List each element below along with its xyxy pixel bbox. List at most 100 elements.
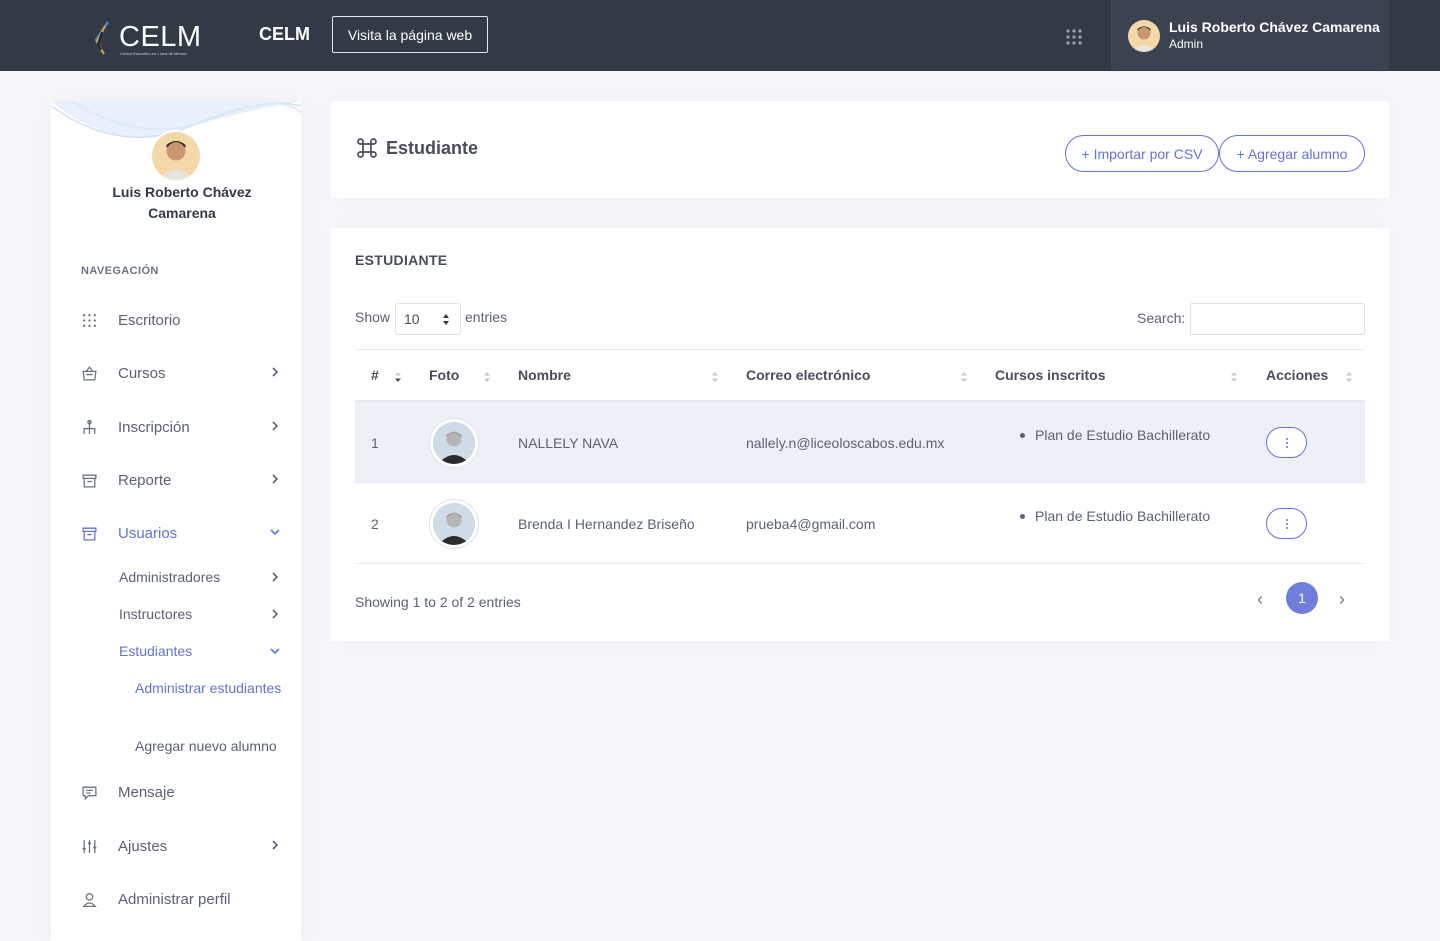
user-placeholder-icon: [433, 422, 475, 464]
column-header-correo[interactable]: Correo electrónico: [746, 367, 870, 383]
sort-icon[interactable]: [711, 371, 719, 383]
add-student-button[interactable]: + Agregar alumno: [1219, 135, 1365, 172]
entries-select[interactable]: 10: [395, 303, 461, 335]
page-header: Estudiante + Importar por CSV + Agregar …: [331, 101, 1389, 198]
basket-icon: [82, 365, 97, 381]
page-1-button[interactable]: 1: [1286, 582, 1318, 614]
chevron-right-icon: [272, 840, 279, 850]
sidebar-item-label: Usuarios: [118, 524, 178, 542]
sidebar-item-cursos[interactable]: Cursos: [81, 360, 281, 386]
show-label: Show: [355, 309, 391, 325]
sliders-icon: [82, 839, 97, 853]
next-page-button[interactable]: [1332, 590, 1352, 610]
student-name: Brenda I Hernandez Briseño: [518, 516, 695, 532]
sidebar-item-label: Ajustes: [118, 837, 168, 855]
table-info: Showing 1 to 2 of 2 entries: [355, 594, 521, 610]
brand-name[interactable]: CELM: [259, 24, 310, 45]
sidebar-item-administrar-estudiantes[interactable]: Administrar estudiantes: [135, 678, 285, 699]
archive-icon: [82, 527, 97, 541]
celm-logo[interactable]: CELM Centro Educativo en Línea de México: [92, 18, 202, 58]
column-header-nombre[interactable]: Nombre: [518, 367, 571, 383]
student-name: NALLELY NAVA: [518, 435, 619, 451]
dots-grid-icon: [83, 313, 96, 327]
chevron-right-icon: [1340, 596, 1345, 604]
apps-grid-icon[interactable]: [1065, 28, 1083, 46]
student-email: nallely.n@liceoloscabos.edu.mx: [746, 435, 945, 451]
sidebar-item-label: Instructores: [119, 606, 193, 622]
section-title: ESTUDIANTE: [355, 252, 448, 268]
user-menu[interactable]: Luis Roberto Chávez Camarena Admin: [1111, 0, 1389, 70]
hierarchy-icon: [83, 419, 96, 434]
column-header-number[interactable]: #: [371, 367, 379, 383]
table-header: # Foto Nombre Correo electrónico Cursos …: [355, 349, 1365, 402]
user-name: Luis Roberto Chávez Camarena: [1169, 19, 1380, 35]
visit-website-button[interactable]: Visita la página web: [332, 16, 488, 53]
sidebar-item-estudiantes[interactable]: Estudiantes: [119, 640, 281, 662]
nav-title: NAVEGACIÓN: [81, 265, 159, 277]
logo-text: CELM: [119, 21, 202, 53]
vertical-dots-icon: [1285, 518, 1288, 529]
sidebar-item-agregar-nuevo-alumno[interactable]: Agregar nuevo alumno: [135, 736, 285, 757]
sidebar: Luis Roberto Chávez Camarena NAVEGACIÓN …: [51, 101, 301, 941]
sidebar-item-label: Reporte: [118, 471, 172, 489]
search-input[interactable]: [1190, 303, 1365, 335]
list-bullet: [1020, 514, 1025, 519]
sidebar-item-administradores[interactable]: Administradores: [119, 566, 281, 588]
logo-subtitle: Centro Educativo en Línea de México: [120, 51, 187, 56]
row-number: 2: [371, 516, 379, 532]
chevron-down-icon: [270, 648, 280, 655]
sidebar-item-escritorio[interactable]: Escritorio: [81, 307, 281, 333]
table-row[interactable]: 1 NALLELY NAVA nallely.n@liceoloscabos.e…: [355, 402, 1365, 483]
sort-icon[interactable]: [1345, 371, 1353, 383]
sidebar-item-mensaje[interactable]: Mensaje: [81, 779, 281, 805]
column-header-foto[interactable]: Foto: [429, 367, 459, 383]
profile-avatar[interactable]: [150, 130, 202, 182]
sidebar-item-label: Escritorio: [118, 311, 181, 329]
sort-icon[interactable]: [1230, 371, 1238, 383]
top-bar: CELM Centro Educativo en Línea de México…: [0, 0, 1440, 71]
sidebar-item-label: Cursos: [118, 364, 166, 382]
user-placeholder-icon: [433, 503, 475, 545]
enrolled-course: Plan de Estudio Bachillerato: [1035, 508, 1211, 524]
actions-menu-button[interactable]: [1266, 508, 1307, 539]
column-header-acciones[interactable]: Acciones: [1266, 367, 1328, 383]
sidebar-item-administrar-perfil[interactable]: Administrar perfil: [81, 886, 281, 912]
column-header-cursos[interactable]: Cursos inscritos: [995, 367, 1105, 383]
import-csv-button[interactable]: + Importar por CSV: [1065, 135, 1219, 172]
sidebar-item-label: Inscripción: [118, 418, 190, 436]
previous-page-button[interactable]: [1250, 590, 1270, 610]
actions-menu-button[interactable]: [1266, 427, 1307, 458]
sort-icon[interactable]: [960, 371, 968, 383]
archive-icon: [82, 474, 97, 488]
command-icon: [357, 138, 377, 158]
logo-mark-icon: [94, 21, 109, 55]
student-photo: [429, 499, 479, 549]
sort-icon[interactable]: [483, 371, 491, 383]
entries-value: 10: [404, 311, 420, 327]
sort-desc-icon[interactable]: [394, 371, 402, 383]
student-photo: [429, 418, 479, 468]
page-title: Estudiante: [386, 138, 479, 158]
chevron-left-icon: [1257, 596, 1262, 604]
row-number: 1: [371, 435, 379, 451]
chevron-right-icon: [272, 474, 279, 484]
sidebar-item-reporte[interactable]: Reporte: [81, 467, 281, 493]
sidebar-item-inscripcion[interactable]: Inscripción: [81, 414, 281, 440]
chevron-right-icon: [272, 572, 279, 582]
entries-label: entries: [465, 309, 508, 325]
sidebar-item-label: Estudiantes: [119, 643, 193, 659]
sidebar-item-ajustes[interactable]: Ajustes: [81, 833, 281, 859]
user-icon: [82, 892, 97, 907]
vertical-dots-icon: [1285, 437, 1288, 448]
sidebar-item-instructores[interactable]: Instructores: [119, 603, 281, 625]
table-row[interactable]: 2 Brenda I Hernandez Briseño prueba4@gma…: [355, 483, 1365, 564]
sidebar-item-label: Mensaje: [118, 783, 175, 801]
user-role: Admin: [1169, 37, 1204, 51]
students-card: ESTUDIANTE Show 10 entries Search: # Fot…: [331, 228, 1389, 641]
avatar: [1128, 20, 1160, 52]
chevron-right-icon: [272, 609, 279, 619]
student-email: prueba4@gmail.com: [746, 516, 876, 532]
list-bullet: [1020, 433, 1025, 438]
chevron-right-icon: [272, 367, 279, 377]
sidebar-item-usuarios[interactable]: Usuarios: [81, 520, 281, 546]
